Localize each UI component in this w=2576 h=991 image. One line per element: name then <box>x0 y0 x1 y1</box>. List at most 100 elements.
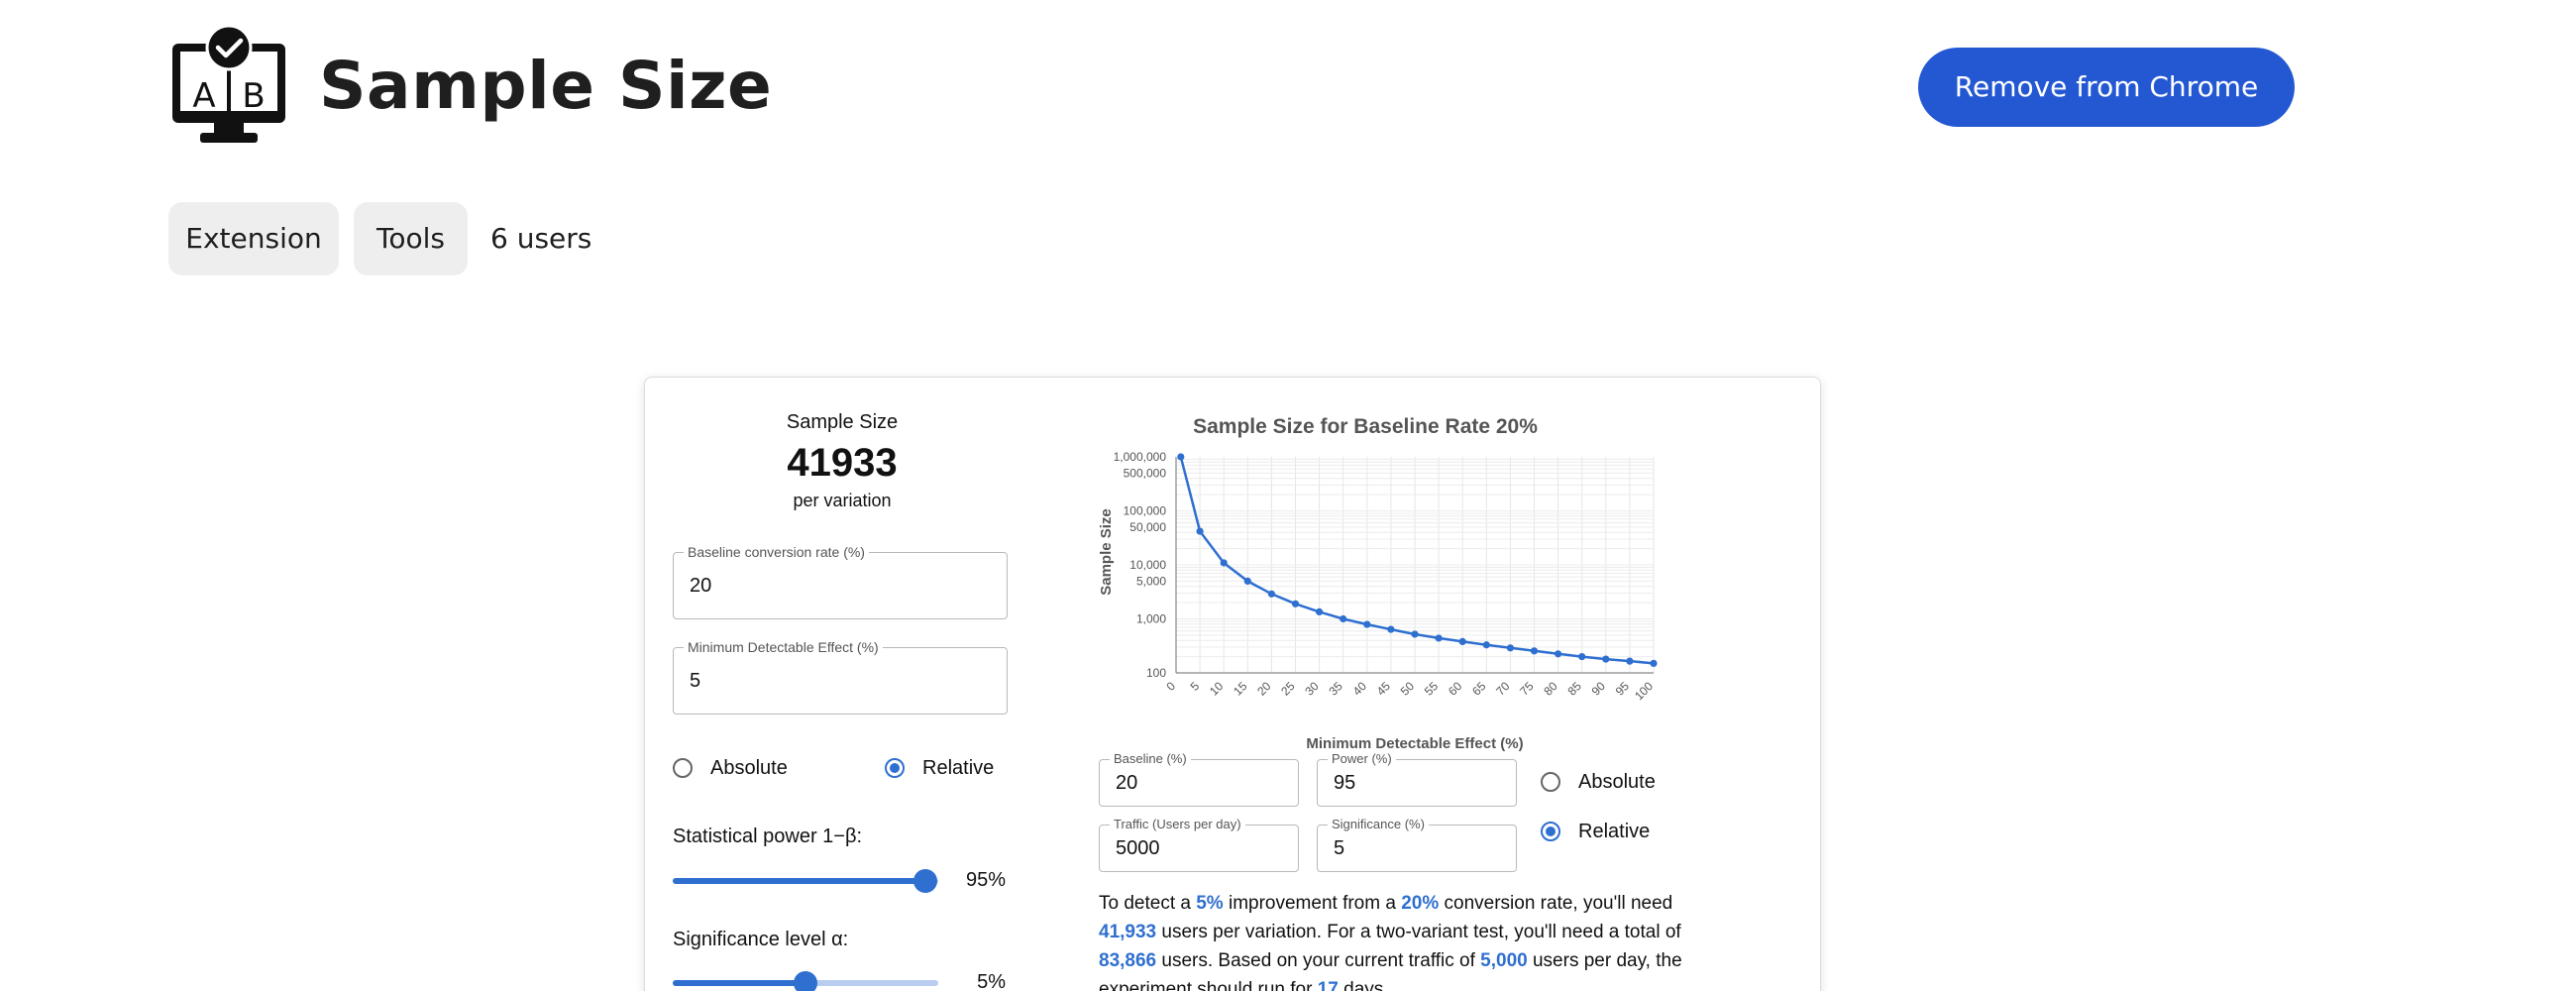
settings-baseline-value: 20 <box>1116 772 1138 794</box>
power-value: 95% <box>965 869 1006 891</box>
chart-data-point <box>1650 659 1658 668</box>
chart-data-point <box>1482 641 1490 649</box>
category-chip-extension[interactable]: Extension <box>168 202 339 275</box>
logo-letter-a: A <box>192 76 215 116</box>
absolute-radio[interactable] <box>673 758 693 778</box>
mde-value: 5 <box>690 670 701 692</box>
chart-y-tick-label: 5,000 <box>1136 574 1166 588</box>
chart-data-point <box>1220 559 1228 567</box>
mde-label: Minimum Detectable Effect (%) <box>684 639 883 655</box>
chart-title: Sample Size for Baseline Rate 20% <box>1193 415 1538 438</box>
chart-x-tick-label: 80 <box>1541 679 1560 699</box>
settings-baseline-label: Baseline (%) <box>1110 751 1191 766</box>
settings-traffic-field[interactable]: Traffic (Users per day) 5000 <box>1099 817 1299 872</box>
chart-data-point <box>1387 625 1395 633</box>
chart-x-tick-label: 5 <box>1188 679 1203 694</box>
settings-traffic-value: 5000 <box>1116 837 1160 859</box>
summary-traffic: 5,000 <box>1480 950 1528 971</box>
power-slider[interactable] <box>673 878 938 884</box>
mde-field[interactable]: Minimum Detectable Effect (%) 5 <box>673 639 1008 715</box>
sample-size-value: 41933 <box>787 441 898 485</box>
settings-absolute-label: Absolute <box>1578 771 1656 793</box>
summary-baseline: 20% <box>1401 893 1440 914</box>
chart-x-tick-label: 35 <box>1326 679 1345 699</box>
page: A B Sample Size Remove from Chrome Exten… <box>0 0 2576 991</box>
logo-letter-b: B <box>242 76 265 116</box>
chart-data-point <box>1555 650 1562 658</box>
settings-significance-value: 5 <box>1334 837 1345 859</box>
power-slider-fill <box>673 878 925 884</box>
settings-relative-radio[interactable] <box>1541 822 1560 841</box>
settings-power-label: Power (%) <box>1328 751 1396 766</box>
chart-data-point <box>1506 644 1514 652</box>
chart-x-tick-label: 45 <box>1374 679 1394 699</box>
chart-data-point <box>1458 637 1466 646</box>
relative-label: Relative <box>922 757 995 779</box>
significance-label: Significance level α: <box>673 929 849 950</box>
chart-data-point <box>1267 590 1275 598</box>
summary-per-variation: 41,933 <box>1099 922 1157 942</box>
chart-data-point <box>1602 655 1610 663</box>
chart-x-tick-label: 95 <box>1613 679 1633 699</box>
chart-x-axis-label: Minimum Detectable Effect (%) <box>1306 735 1523 752</box>
summary-mde: 5% <box>1196 893 1224 914</box>
relative-radio[interactable] <box>885 758 905 778</box>
baseline-conversion-label: Baseline conversion rate (%) <box>684 544 869 560</box>
summary-text: users. Based on your current traffic of <box>1156 950 1481 971</box>
chart-data-point <box>1530 647 1539 655</box>
chart-y-tick-label: 1,000 <box>1136 612 1166 626</box>
category-chip-tools[interactable]: Tools <box>354 202 468 275</box>
chart-data-point <box>1363 620 1371 628</box>
user-count: 6 users <box>490 222 592 255</box>
chart-data-point <box>1626 657 1634 665</box>
chart-x-tick-label: 25 <box>1278 679 1298 699</box>
chart-data-point <box>1316 607 1324 615</box>
chart-y-tick-label: 100 <box>1146 666 1166 680</box>
per-variation-label: per variation <box>793 491 892 510</box>
power-label: Statistical power 1−β: <box>673 826 863 847</box>
summary-total: 83,866 <box>1099 950 1157 971</box>
sample-size-chart: Sample Size for Baseline Rate 20% Sample… <box>1098 415 1658 752</box>
summary-text: To detect a <box>1099 893 1197 914</box>
chart-x-tick-label: 55 <box>1422 679 1442 699</box>
chart-x-tick-label: 30 <box>1302 679 1322 699</box>
summary-days: 17 <box>1317 979 1339 991</box>
summary-text: days. <box>1338 979 1389 991</box>
baseline-conversion-value: 20 <box>690 575 712 597</box>
absolute-label: Absolute <box>710 757 788 779</box>
significance-slider-thumb[interactable] <box>794 971 817 991</box>
chart-data-point <box>1243 577 1251 586</box>
chart-y-tick-label: 500,000 <box>1124 466 1167 480</box>
result-summary: To detect a 5% improvement from a 20% co… <box>1099 889 1713 991</box>
summary-text: users per variation. For a two-variant t… <box>1156 922 1681 942</box>
settings-power-field[interactable]: Power (%) 95 <box>1317 751 1517 807</box>
app-title: Sample Size <box>319 48 773 124</box>
settings-traffic-label: Traffic (Users per day) <box>1110 817 1245 831</box>
chart-data-point <box>1578 652 1586 661</box>
chart-x-tick-label: 0 <box>1163 679 1178 694</box>
settings-significance-field[interactable]: Significance (%) 5 <box>1317 817 1517 872</box>
chart-data-point <box>1291 600 1300 607</box>
chart-x-tick-label: 65 <box>1469 679 1489 699</box>
sample-size-label: Sample Size <box>786 411 899 433</box>
chart-data-point <box>1411 630 1419 638</box>
screenshot-card: Sample Size 41933 per variation Baseline… <box>644 377 1821 991</box>
remove-from-chrome-button[interactable]: Remove from Chrome <box>1918 48 2295 127</box>
summary-text: conversion rate, you'll need <box>1439 893 1673 914</box>
chart-x-tick-label: 40 <box>1350 679 1370 699</box>
chart-x-tick-label: 70 <box>1493 679 1513 699</box>
settings-absolute-radio[interactable] <box>1541 772 1560 792</box>
chart-x-tick-label: 60 <box>1446 679 1465 699</box>
chart-x-tick-label: 75 <box>1517 679 1537 699</box>
chart-y-tick-label: 50,000 <box>1129 520 1166 534</box>
settings-baseline-field[interactable]: Baseline (%) 20 <box>1099 751 1299 807</box>
summary-text: improvement from a <box>1223 893 1402 914</box>
settings-relative-label: Relative <box>1578 821 1651 842</box>
power-slider-thumb[interactable] <box>912 869 937 893</box>
chart-x-tick-label: 90 <box>1589 679 1609 699</box>
app-logo-icon: A B <box>172 24 285 143</box>
chart-data-point <box>1435 634 1443 642</box>
significance-slider-fill <box>673 980 805 986</box>
baseline-conversion-field[interactable]: Baseline conversion rate (%) 20 <box>673 544 1008 619</box>
chart-data-point <box>1340 614 1347 623</box>
